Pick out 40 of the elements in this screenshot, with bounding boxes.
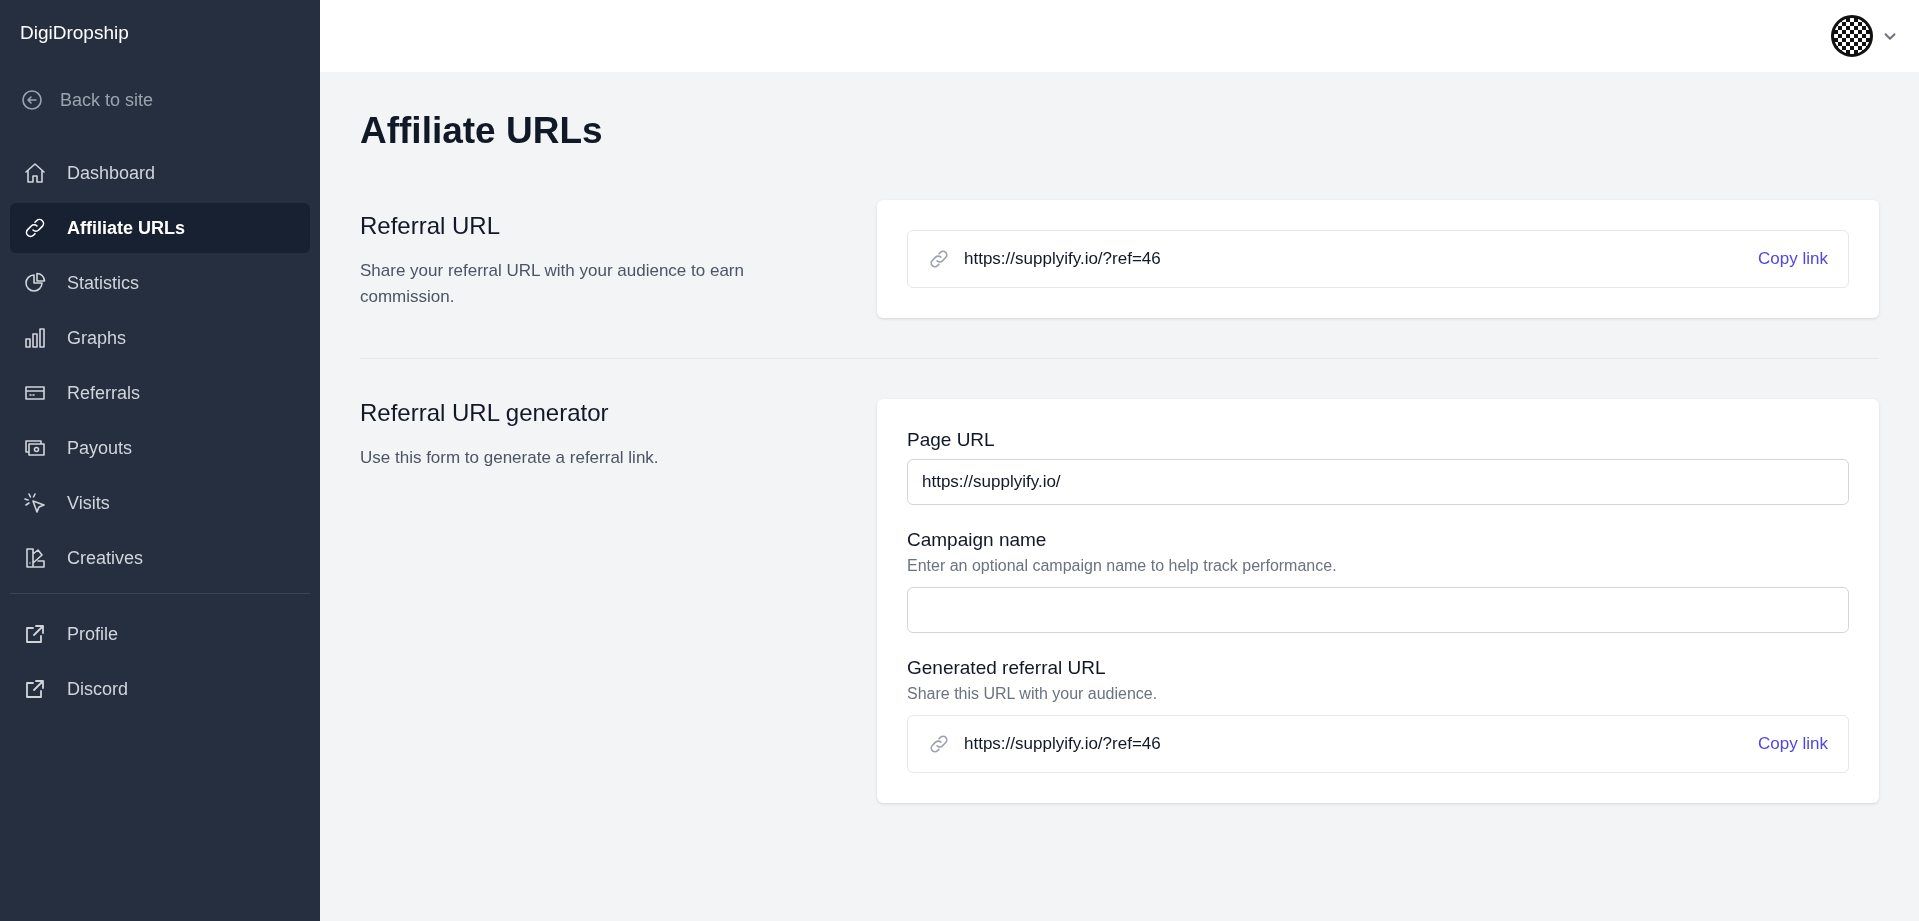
field-hint: Share this URL with your audience. (907, 685, 1159, 703)
sidebar-item[interactable]: Payouts (10, 423, 310, 473)
page-title: Affiliate URLs (360, 110, 604, 152)
campaign-name-input[interactable] (907, 587, 1849, 633)
external-link-icon (23, 677, 47, 701)
page-url-input[interactable]: https://supplyify.io/ (907, 459, 1849, 505)
field-hint: Enter an optional campaign name to help track performance. (907, 557, 1338, 575)
sidebar-item[interactable]: Affiliate URLs (10, 203, 310, 253)
home-icon (23, 161, 47, 185)
bar-chart-icon (23, 326, 47, 350)
back-link[interactable]: Back to site (10, 76, 164, 124)
sidebar-link[interactable]: Discord (10, 664, 310, 714)
copy-link-button[interactable]: Copy link (1758, 249, 1828, 269)
swatch-icon (23, 546, 47, 570)
external-link-icon (23, 622, 47, 646)
section-title: Referral URL generator (360, 399, 610, 427)
cursor-click-icon (23, 491, 47, 515)
field-label: Generated referral URL (907, 657, 1107, 679)
referral-url: https://supplyify.io/?ref=46 (964, 249, 1162, 269)
generated-url: https://supplyify.io/?ref=46 (964, 734, 1162, 754)
sidebar-item[interactable]: Visits (10, 478, 310, 528)
sidebar-item[interactable]: Graphs (10, 313, 310, 363)
copy-link-button[interactable]: Copy link (1758, 734, 1828, 754)
sidebar-item[interactable]: Dashboard (10, 148, 310, 198)
link-icon (928, 733, 950, 755)
field-label: Campaign name (907, 529, 1048, 551)
section-description: Use this form to generate a referral link. (360, 447, 660, 469)
sidebar-item[interactable]: Creatives (10, 533, 310, 583)
pie-chart-icon (23, 271, 47, 295)
link-icon (23, 216, 47, 240)
sidebar-item[interactable]: Referrals (10, 368, 310, 418)
field-label: Page URL (907, 429, 996, 451)
link-icon (928, 248, 950, 270)
sidebar-link[interactable]: Profile (10, 609, 310, 659)
back-link-label: Back to site (60, 89, 154, 111)
sidebar-item[interactable]: Statistics (10, 258, 310, 308)
brand-name: DigiDropship (19, 21, 130, 45)
avatar (1831, 15, 1873, 57)
section-title: Referral URL (360, 212, 502, 240)
section-description: Share your referral URL with your audience to earn commission. (360, 260, 745, 308)
